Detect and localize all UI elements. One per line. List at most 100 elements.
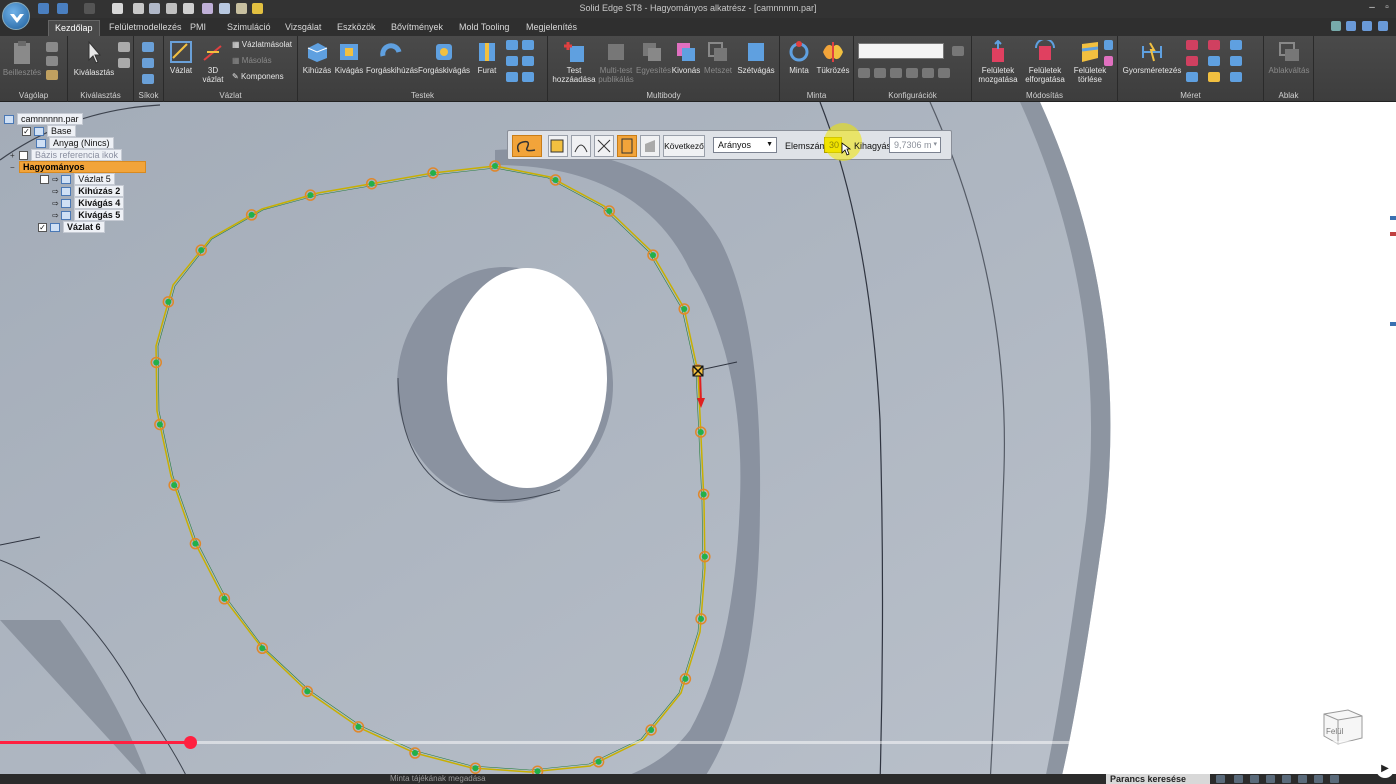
draft-icon[interactable] — [506, 56, 518, 66]
restore-icon[interactable]: ▫ — [1381, 2, 1393, 14]
finish-button[interactable] — [640, 135, 660, 157]
status-icon-3[interactable] — [1250, 775, 1259, 783]
add-body-button[interactable]: Test hozzáadása — [552, 40, 596, 84]
tab-vizsgalat[interactable]: Vizsgálat — [279, 20, 327, 36]
tree-vazlat6[interactable]: ✓ Vázlat 6 — [38, 221, 105, 233]
status-icon-5[interactable] — [1282, 775, 1291, 783]
dimension-icon-9[interactable] — [1230, 72, 1242, 82]
tab-feluletmodellezes[interactable]: Felületmodellezés — [103, 20, 188, 36]
undo-icon[interactable] — [57, 3, 68, 14]
subtract-button[interactable]: Kivonás — [670, 40, 702, 75]
chamfer-icon[interactable] — [522, 40, 534, 50]
tab-mold-tooling[interactable]: Mold Tooling — [453, 20, 515, 36]
modify-icon-1[interactable] — [1104, 40, 1113, 50]
config-icon-6[interactable] — [938, 68, 950, 78]
view-cube[interactable] — [1318, 706, 1366, 746]
sketch-button[interactable]: Vázlat — [166, 40, 196, 75]
tab-pmi[interactable]: PMI — [184, 20, 212, 36]
move-faces-button[interactable]: Felületek mozgatása — [976, 40, 1020, 84]
base-checkbox[interactable]: ✓ — [22, 127, 31, 137]
copy-icon[interactable] — [46, 56, 58, 66]
rotate-faces-button[interactable]: Felületek elforgatása — [1022, 40, 1068, 84]
tab-szimulacio[interactable]: Szimuláció — [221, 20, 277, 36]
config-icon-4[interactable] — [906, 68, 918, 78]
modify-icon-2[interactable] — [1104, 56, 1113, 66]
spacing-input[interactable]: 9,7306 m ▾ — [889, 137, 941, 153]
cutout-button[interactable]: Kivágás — [334, 40, 364, 75]
status-icon-2[interactable] — [1234, 775, 1243, 783]
tab-kezdolap[interactable]: Kezdőlap — [48, 20, 100, 36]
app-logo[interactable] — [2, 2, 30, 30]
config-icon-1[interactable] — [858, 68, 870, 78]
quick-dimension-button[interactable]: Gyorsméretezés — [1122, 40, 1182, 75]
select-filter-icon[interactable] — [118, 42, 130, 52]
dimension-icon-7[interactable] — [1186, 72, 1198, 82]
expand-icon[interactable]: + — [10, 150, 17, 161]
command-search-input[interactable]: Parancs keresése — [1106, 774, 1210, 784]
status-icon-6[interactable] — [1298, 775, 1307, 783]
next-button[interactable]: Következő — [663, 135, 705, 157]
graphics-viewport[interactable]: camnnnnn.par ✓ Base Anyag (Nincs) + Bázis … — [0, 102, 1396, 784]
sketch-copy-button[interactable]: ▦ Vázlatmásolat — [232, 40, 292, 49]
dimension-icon-2[interactable] — [1208, 40, 1220, 50]
tree-kivagas4[interactable]: ⇨ Kivágás 4 — [52, 197, 125, 209]
switch-window-button[interactable]: Ablakváltás — [1266, 40, 1312, 75]
status-icon-7[interactable] — [1314, 775, 1323, 783]
dimension-icon-3[interactable] — [1230, 40, 1242, 50]
extrude-button[interactable]: Kihúzás — [302, 40, 332, 75]
pattern-button[interactable]: Minta — [784, 40, 814, 75]
tree-base[interactable]: ✓ Base — [22, 125, 76, 137]
mirror-button[interactable]: Tükrözés — [816, 40, 850, 75]
format-painter-icon[interactable] — [46, 70, 58, 80]
document-icon[interactable] — [112, 3, 123, 14]
intersect-button[interactable]: Metszet — [702, 40, 734, 75]
tab-eszkozok[interactable]: Eszközök — [331, 20, 382, 36]
save-icon[interactable] — [38, 3, 49, 14]
tool-icon-3[interactable] — [236, 3, 247, 14]
view-icon[interactable] — [1346, 21, 1356, 31]
revolve-button[interactable]: Forgáskihúzás — [366, 40, 418, 75]
sketch-3d-button[interactable]: 3D vázlat — [198, 40, 228, 84]
dimension-icon-4[interactable] — [1186, 56, 1198, 66]
component-button[interactable]: ✎ Komponens — [232, 72, 284, 81]
config-save-icon[interactable] — [952, 46, 964, 56]
tree-root[interactable]: camnnnnn.par — [4, 113, 83, 125]
folder-icon[interactable] — [252, 3, 263, 14]
tool-icon-2[interactable] — [219, 3, 230, 14]
video-progress-knob[interactable] — [184, 736, 197, 749]
vazlat5-checkbox[interactable] — [40, 175, 49, 185]
grid-icon[interactable] — [149, 3, 160, 14]
print-icon[interactable] — [166, 3, 177, 14]
status-icon-1[interactable] — [1216, 775, 1225, 783]
tree-kihuzas2[interactable]: ⇨ Kihúzás 2 — [52, 185, 125, 197]
union-button[interactable]: Egyesítés — [636, 40, 671, 75]
view-icon-3[interactable] — [1378, 21, 1388, 31]
rib-icon[interactable] — [506, 72, 518, 82]
minimize-icon[interactable]: – — [1366, 2, 1378, 14]
split-button[interactable]: Szétvágás — [736, 40, 776, 75]
status-icon-4[interactable] — [1266, 775, 1275, 783]
config-icon-5[interactable] — [922, 68, 934, 78]
video-progress-track[interactable] — [0, 741, 1396, 744]
play-button[interactable]: ▶ — [1376, 760, 1394, 778]
direction-button[interactable] — [571, 135, 591, 157]
spacing-mode-select[interactable]: Arányos ▼ — [713, 137, 777, 153]
table-icon[interactable] — [133, 3, 144, 14]
select-feature-button[interactable] — [548, 135, 568, 157]
anchor-button[interactable] — [594, 135, 614, 157]
tree-vazlat5[interactable]: ⇨ Vázlat 5 — [40, 173, 115, 185]
plane-icon-3[interactable] — [142, 74, 154, 84]
config-icon-2[interactable] — [874, 68, 886, 78]
tab-bovitmenyek[interactable]: Bővítmények — [385, 20, 449, 36]
options-icon[interactable] — [1331, 21, 1341, 31]
dimension-icon-5[interactable] — [1208, 56, 1220, 66]
redo-icon[interactable] — [84, 3, 95, 14]
tree-kivagas5[interactable]: ⇨ Kivágás 5 — [52, 209, 125, 221]
tree-anyag[interactable]: Anyag (Nincs) — [36, 137, 114, 149]
select-box-icon[interactable] — [118, 58, 130, 68]
configuration-dropdown[interactable] — [858, 43, 944, 59]
dimension-icon-1[interactable] — [1186, 40, 1198, 50]
tree-hagyomanyos[interactable]: − Hagyományos — [10, 161, 146, 173]
copy-sketch-button[interactable]: ▦ Másolás — [232, 56, 272, 65]
cut-icon[interactable] — [46, 42, 58, 52]
